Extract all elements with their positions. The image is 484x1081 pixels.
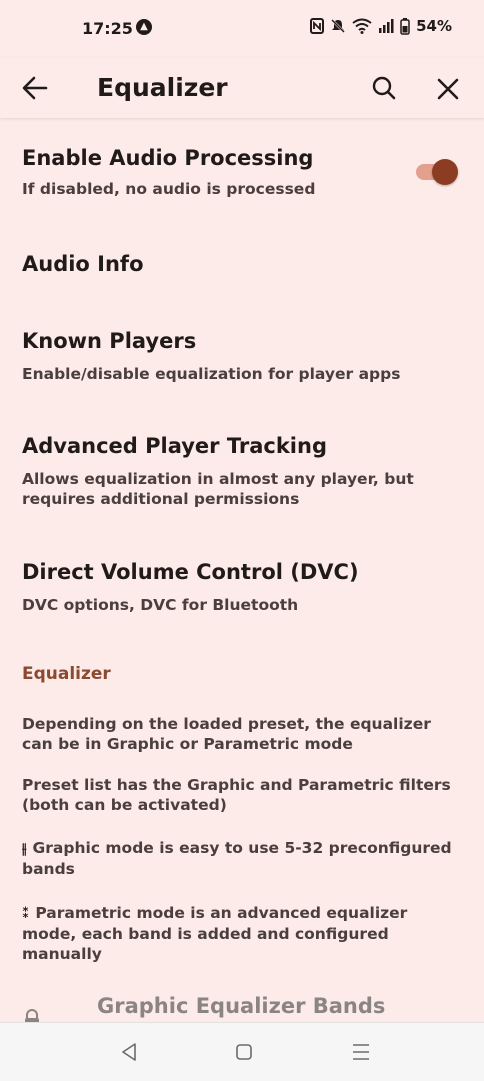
setting-known-players[interactable]: Known Players Enable/disable equalizatio… — [0, 312, 484, 398]
navigation-bar — [0, 1022, 484, 1081]
setting-subtitle: DVC options, DVC for Bluetooth — [22, 596, 299, 614]
nfc-icon — [310, 18, 325, 34]
sliders-icon: ⫲ — [22, 841, 27, 857]
setting-title: Advanced Player Tracking — [22, 434, 327, 458]
equalizer-info-parametric: ⁑ Parametric mode is an advanced equalize… — [22, 903, 462, 964]
section-header-equalizer: Equalizer — [22, 664, 111, 684]
info-text: Graphic mode is easy to use 5-32 preconf… — [22, 839, 452, 878]
status-time: 17:25 — [82, 19, 133, 38]
notification-app-icon: ▲ — [136, 19, 152, 35]
setting-title: Direct Volume Control (DVC) — [22, 560, 359, 584]
equalizer-info-mode: Depending on the loaded preset, the equa… — [22, 715, 431, 753]
status-bar: 17:25 ▲ 54% — [0, 0, 484, 58]
page-title: Equalizer — [97, 73, 228, 102]
arrow-left-icon — [22, 76, 48, 100]
back-button[interactable] — [20, 66, 56, 110]
info-text: Parametric mode is an advanced equalizer… — [22, 904, 408, 963]
toggle-thumb — [432, 159, 458, 185]
search-button[interactable] — [364, 66, 404, 110]
lock-icon — [25, 1009, 39, 1022]
signal-icon — [379, 19, 394, 33]
nav-back-button[interactable] — [116, 1039, 142, 1065]
close-button[interactable] — [428, 66, 468, 110]
setting-advanced-player-tracking[interactable]: Advanced Player Tracking Allows equaliza… — [0, 418, 484, 526]
search-icon — [372, 76, 396, 100]
wifi-icon — [352, 18, 372, 34]
setting-subtitle: If disabled, no audio is processed — [22, 180, 316, 198]
nav-home-button[interactable] — [231, 1039, 257, 1065]
equalizer-info-graphic: ⫲ Graphic mode is easy to use 5-32 precon… — [22, 838, 462, 879]
status-icons: 54% — [310, 17, 452, 35]
mute-icon — [331, 19, 345, 33]
setting-enable-audio-processing[interactable]: Enable Audio Processing If disabled, no … — [0, 130, 484, 210]
setting-title: Enable Audio Processing — [22, 146, 314, 170]
setting-audio-info[interactable]: Audio Info — [0, 230, 484, 296]
setting-subtitle: Enable/disable equalization for player a… — [22, 365, 401, 383]
equalizer-info-preset-list: Preset list has the Graphic and Parametr… — [22, 776, 451, 814]
setting-direct-volume-control[interactable]: Direct Volume Control (DVC) DVC options,… — [0, 544, 484, 630]
setting-graphic-equalizer-bands[interactable]: Graphic Equalizer Bands — [0, 990, 484, 1022]
setting-subtitle: Allows equalization in almost any player… — [22, 470, 414, 508]
app-bar: Equalizer — [0, 58, 484, 118]
nav-recents-icon — [353, 1044, 369, 1060]
battery-percent: 54% — [416, 17, 452, 35]
setting-title: Known Players — [22, 329, 197, 353]
setting-title: Audio Info — [22, 252, 144, 276]
close-icon — [437, 78, 459, 100]
setting-title: Graphic Equalizer Bands — [97, 994, 386, 1018]
battery-icon — [400, 17, 410, 35]
audio-processing-toggle[interactable] — [414, 158, 460, 186]
knob-icon: ⁑ — [22, 906, 30, 922]
nav-back-icon — [122, 1043, 136, 1061]
nav-recents-button[interactable] — [348, 1039, 374, 1065]
nav-home-icon — [236, 1044, 252, 1060]
